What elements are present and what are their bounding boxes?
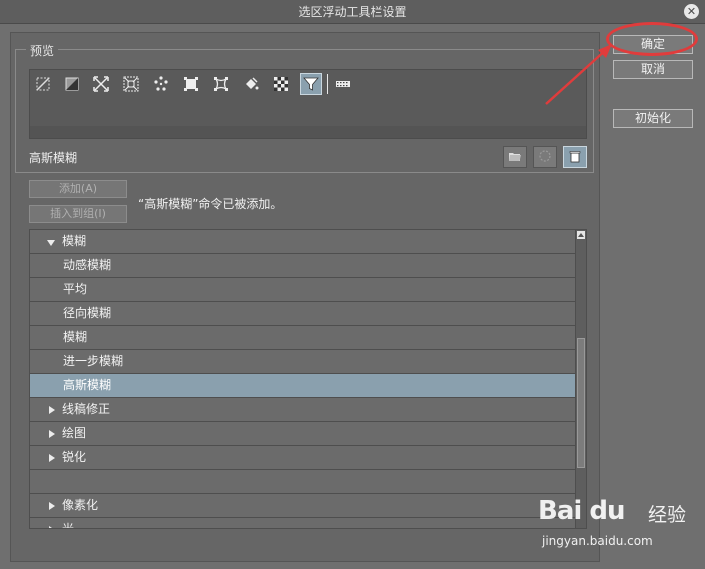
expand-selection-icon[interactable] (90, 73, 112, 95)
collapse-triangle-icon[interactable] (49, 526, 55, 528)
tree-scrollbar[interactable] (575, 230, 586, 528)
selected-command-name: 高斯模糊 (29, 151, 78, 165)
transform-icon[interactable] (210, 73, 232, 95)
tree-item[interactable]: 径向模糊 (30, 302, 575, 326)
invert-selection-icon[interactable] (61, 73, 83, 95)
shrink-selection-icon[interactable] (120, 73, 142, 95)
watermark-sub: 经验 (648, 504, 687, 526)
refresh-icon (538, 149, 552, 166)
tree-item-label: 绘图 (62, 426, 87, 440)
tree-group-blur[interactable]: 模糊 (30, 230, 575, 254)
tree-item-label: 动感模糊 (63, 258, 112, 272)
reset-button[interactable]: 初始化 (613, 109, 693, 128)
insert-into-group-button[interactable]: 插入到组(I) (29, 205, 127, 223)
close-button[interactable]: ✕ (684, 4, 699, 19)
tree-group[interactable]: 绘图 (30, 422, 575, 446)
open-folder-button[interactable] (503, 146, 527, 168)
collapse-triangle-icon[interactable] (49, 454, 55, 462)
tree-item-label: 模糊 (62, 234, 87, 248)
tree-item[interactable]: 平均 (30, 278, 575, 302)
delete-button[interactable] (563, 146, 587, 168)
fill-bucket-icon[interactable] (240, 73, 262, 95)
scroll-thumb[interactable] (577, 338, 585, 468)
tree-item-label: 光 (62, 522, 75, 529)
tree-item-label: 模糊 (63, 330, 88, 344)
window-title: 选区浮动工具栏设置 (298, 5, 407, 19)
status-message: “高斯模糊”命令已被添加。 (138, 197, 283, 211)
scale-selection-icon[interactable] (180, 73, 202, 95)
collapse-triangle-icon[interactable] (49, 406, 55, 414)
tree-item-label: 高斯模糊 (63, 378, 112, 392)
deselect-icon[interactable] (32, 73, 54, 95)
tree-item[interactable]: 模糊 (30, 326, 575, 350)
tree-item-label: 进一步模糊 (63, 354, 124, 368)
command-tree[interactable]: 模糊 动感模糊 平均 径向模糊 模糊 进一步模糊 高斯模糊 线稿修正 绘图 锐化… (29, 229, 587, 529)
collapse-triangle-icon[interactable] (49, 502, 55, 510)
tree-item[interactable]: 动感模糊 (30, 254, 575, 278)
add-button[interactable]: 添加(A) (29, 180, 127, 198)
tree-item-label: 锐化 (62, 450, 87, 464)
collapse-triangle-icon[interactable] (49, 430, 55, 438)
expand-triangle-icon[interactable] (47, 240, 55, 246)
toolbar-preview-footer (30, 126, 586, 138)
tree-item-label: 像素化 (62, 498, 99, 512)
title-bar: 选区浮动工具栏设置 ✕ (0, 0, 705, 24)
tree-group[interactable]: 线稿修正 (30, 398, 575, 422)
tree-item[interactable]: 进一步模糊 (30, 350, 575, 374)
watermark-brand: Bai du (538, 496, 625, 526)
preview-legend: 预览 (26, 42, 59, 59)
scroll-up-arrow-icon[interactable] (577, 231, 585, 239)
tree-group[interactable]: 像素化 (30, 494, 575, 518)
tree-item-label: 平均 (63, 282, 88, 296)
settings-panel: 预览 高斯模糊 添加(A) 插入到组(I) “高斯模糊”命令已被添加。 模糊 动… (10, 32, 600, 562)
tree-item-selected[interactable]: 高斯模糊 (30, 374, 575, 398)
replace-button[interactable] (533, 146, 557, 168)
ok-button[interactable]: 确定 (613, 35, 693, 54)
tree-group[interactable]: 锐化 (30, 446, 575, 470)
tree-blank-row (30, 470, 575, 494)
folder-icon (508, 149, 522, 166)
baidu-watermark: Bai du 经验 jingyan.baidu.com (538, 490, 698, 560)
filter-icon[interactable] (300, 73, 322, 95)
watermark-url: jingyan.baidu.com (542, 534, 653, 548)
film-strip-icon[interactable] (332, 73, 354, 95)
trash-icon (568, 149, 582, 166)
dots-selection-icon[interactable] (150, 73, 172, 95)
cancel-button[interactable]: 取消 (613, 60, 693, 79)
checker-icon[interactable] (270, 73, 292, 95)
toolbar-separator (327, 74, 328, 94)
close-icon: ✕ (686, 5, 697, 18)
tree-group[interactable]: 光 (30, 518, 575, 529)
tree-item-label: 径向模糊 (63, 306, 112, 320)
tree-item-label: 线稿修正 (62, 402, 111, 416)
toolbar-preview (29, 69, 587, 139)
